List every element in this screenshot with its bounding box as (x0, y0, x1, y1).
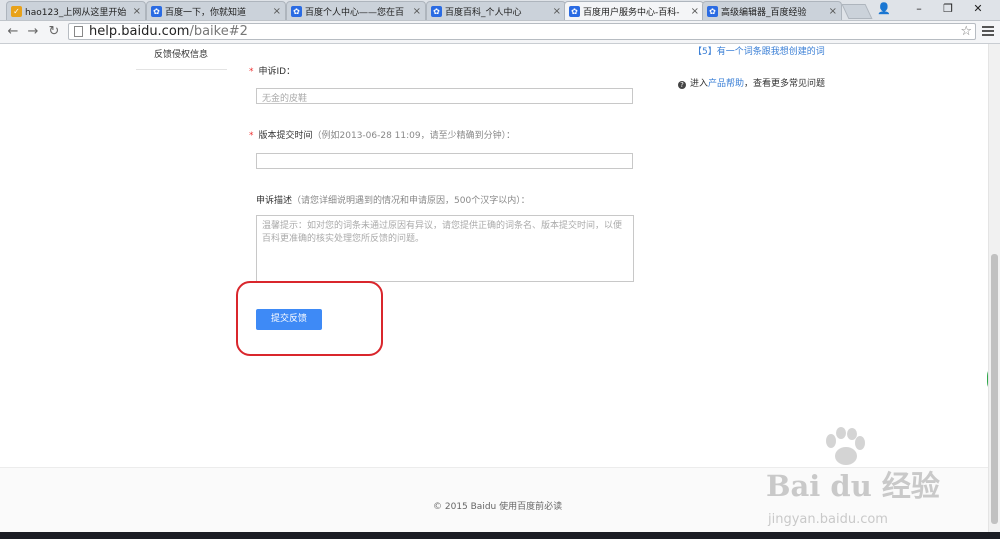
description-textarea[interactable]: 温馨提示：如对您的词条未通过原因有异议，请您提供正确的词条名、版本提交时间，以便… (256, 215, 634, 282)
paw-logo-icon (826, 427, 865, 465)
sidebar-divider (136, 69, 227, 70)
tab-close-icon[interactable]: × (553, 6, 561, 17)
bookmark-star-icon[interactable]: ☆ (960, 24, 972, 39)
copyright-text: © 2015 Baidu 使用百度前必读 (433, 502, 563, 512)
info-icon: ? (678, 81, 686, 89)
tab-strip: ✓ hao123_上网从这里开始 × ✿ 百度一下，你就知道 × ✿ 百度个人中… (0, 0, 1000, 21)
tab-close-icon[interactable]: × (829, 6, 837, 17)
tab-close-icon[interactable]: × (133, 6, 141, 17)
menu-icon[interactable] (982, 24, 994, 38)
close-window-icon[interactable]: ✕ (964, 0, 992, 18)
version-time-input[interactable] (256, 153, 633, 169)
watermark-url: jingyan.baidu.com (768, 512, 888, 527)
version-time-label: * 版本提交时间（例如2013-06-28 11:09，请至少精确到分钟）： (249, 128, 515, 141)
tab-close-icon[interactable]: × (273, 6, 281, 17)
faq-link[interactable]: 【5】有一个词条跟我想创建的词 (693, 44, 825, 57)
description-label-text: 申诉描述 (256, 196, 293, 206)
tab-close-icon[interactable]: × (413, 6, 421, 17)
browser-toolbar: ← → ↻ help.baidu.com/baike#2 ☆ (0, 21, 1000, 44)
tab-hao123[interactable]: ✓ hao123_上网从这里开始 × (6, 1, 146, 20)
description-hint: （请您详细说明遇到的情况和申请原因，500个汉字以内）： (292, 196, 530, 206)
reload-icon[interactable]: ↻ (45, 23, 63, 41)
tab-title: 百度一下，你就知道 (165, 7, 247, 18)
annotation-highlight-circle (236, 281, 383, 356)
tab-title: 高级编辑器_百度经验 (721, 7, 807, 18)
tab-title: hao123_上网从这里开始 (25, 7, 127, 18)
url-host: help.baidu.com (89, 24, 190, 39)
tab-title: 百度百科_个人中心 (445, 7, 522, 18)
tab-baike-personal[interactable]: ✿ 百度百科_个人中心 × (426, 1, 566, 20)
version-time-label-text: 版本提交时间 (258, 131, 313, 141)
tab-title: 百度用户服务中心-百科- (583, 7, 680, 18)
address-bar[interactable]: help.baidu.com/baike#2 ☆ (68, 23, 976, 40)
sidebar-item-infringement[interactable]: 反馈侵权信息 (154, 47, 208, 60)
tab-title: 百度个人中心——您在百 (305, 7, 405, 18)
tab-baidu-personal[interactable]: ✿ 百度个人中心——您在百 × (286, 1, 426, 20)
tab-jingyan-editor[interactable]: ✿ 高级编辑器_百度经验 × (702, 1, 842, 20)
hao123-icon: ✓ (11, 5, 22, 17)
tab-baidu-search[interactable]: ✿ 百度一下，你就知道 × (146, 1, 286, 20)
baidu-paw-icon: ✿ (151, 5, 162, 17)
tab-close-icon[interactable]: × (691, 6, 699, 17)
product-help-link[interactable]: 产品帮助 (708, 79, 744, 89)
page-icon (74, 26, 83, 37)
help-suffix: ，查看更多常见问题 (744, 79, 826, 89)
appeal-id-label-text: 申诉ID： (258, 67, 296, 77)
baidu-paw-icon: ✿ (707, 5, 718, 17)
required-mark: * (249, 131, 254, 141)
profile-icon[interactable]: 👤 (870, 0, 898, 18)
tab-help-center[interactable]: ✿ 百度用户服务中心-百科- × (564, 1, 704, 20)
restore-icon[interactable]: ❐ (934, 0, 962, 18)
watermark-brand: Bai du 经验 (766, 469, 940, 503)
new-tab-button[interactable] (841, 4, 873, 19)
url-path: /baike#2 (189, 24, 248, 39)
required-mark: * (249, 67, 254, 77)
minimize-icon[interactable]: – (905, 0, 933, 18)
baidu-jingyan-watermark: Bai du 经验 jingyan.baidu.com (760, 427, 985, 532)
page-content: 反馈侵权信息 * 申诉ID： 无金的皮鞋 * 版本提交时间（例如2013-06-28… (0, 44, 988, 539)
baidu-paw-icon: ✿ (431, 5, 442, 17)
forward-icon[interactable]: → (24, 23, 42, 41)
appeal-id-input[interactable]: 无金的皮鞋 (256, 88, 633, 104)
help-prefix: 进入 (690, 79, 709, 89)
appeal-id-label: * 申诉ID： (249, 64, 295, 77)
scrollbar-thumb[interactable] (991, 254, 998, 524)
product-help-line: ? 进入产品帮助，查看更多常见问题 (678, 76, 825, 89)
description-label: 申诉描述（请您详细说明遇到的情况和申请原因，500个汉字以内）： (256, 193, 530, 206)
page-scrollbar[interactable] (988, 44, 1000, 539)
back-icon[interactable]: ← (4, 23, 22, 41)
version-time-hint: （例如2013-06-28 11:09，请至少精确到分钟）： (312, 131, 516, 141)
url-text: help.baidu.com/baike#2 (89, 24, 248, 40)
baidu-paw-icon: ✿ (569, 5, 580, 17)
os-taskbar (0, 532, 1000, 539)
baidu-paw-icon: ✿ (291, 5, 302, 17)
